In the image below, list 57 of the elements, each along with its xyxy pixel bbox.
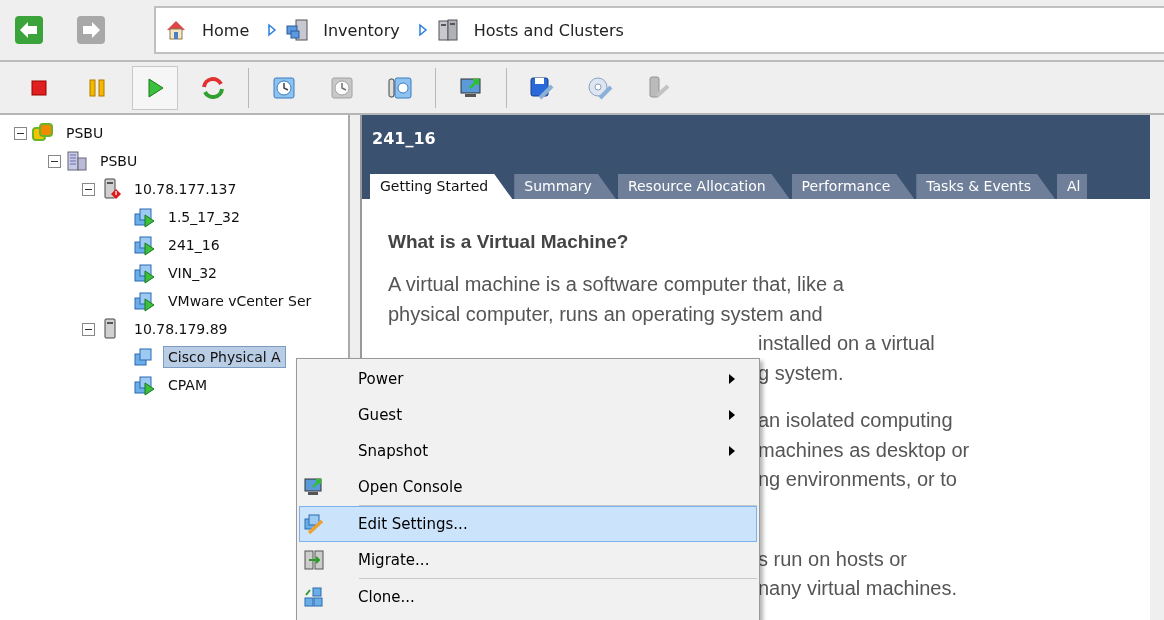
vm-running-icon	[133, 234, 157, 256]
menu-item[interactable]: Clone...	[299, 579, 757, 615]
panel-title: 241_16	[371, 128, 437, 148]
tab[interactable]: Summary	[514, 174, 616, 199]
tab[interactable]: Performance	[791, 174, 915, 199]
submenu-arrow-icon	[728, 409, 736, 421]
collapse-icon[interactable]	[48, 154, 61, 168]
menu-item[interactable]: Migrate...	[299, 542, 757, 578]
tree-item[interactable]: 10.78.179.89	[129, 318, 233, 340]
menu-item[interactable]: Edit Settings...	[299, 506, 757, 542]
tree-item[interactable]: Cisco Physical A	[163, 346, 286, 368]
vm-running-icon	[133, 206, 157, 228]
vcenter-icon	[31, 122, 55, 144]
clone-icon	[303, 586, 325, 608]
menu-item[interactable]: Snapshot	[299, 433, 757, 469]
back-button[interactable]	[14, 15, 44, 45]
body-text: machines as desktop or	[758, 438, 970, 461]
menu-item[interactable]: Power	[299, 361, 757, 397]
server-icon	[435, 18, 460, 42]
collapse-icon[interactable]	[14, 126, 27, 140]
building-icon	[65, 150, 89, 172]
triangle-icon	[267, 23, 278, 37]
tree-item[interactable]: PSBU	[95, 150, 143, 172]
collapse-icon[interactable]	[82, 322, 95, 336]
breadcrumb-link[interactable]: Inventory	[323, 20, 400, 40]
triangle-icon	[417, 23, 428, 37]
computers-icon	[285, 18, 310, 42]
play-button[interactable]	[132, 65, 178, 110]
body-text: physical computer, runs an operating system and	[388, 302, 823, 325]
body-text: an isolated computing	[758, 409, 953, 431]
submenu-arrow-icon	[728, 373, 736, 385]
tree-item[interactable]: 1.5_17_32	[163, 206, 245, 228]
tree-item[interactable]: 241_16	[163, 234, 225, 256]
tree-item[interactable]: 10.78.177.137	[129, 178, 242, 200]
vm-running-icon	[133, 374, 157, 396]
monitor-icon	[303, 476, 325, 498]
tab[interactable]: Tasks & Events	[916, 174, 1056, 199]
breadcrumb-link[interactable]: Home	[202, 20, 250, 40]
collapse-icon[interactable]	[82, 182, 95, 196]
tree-item[interactable]: VIN_32	[163, 262, 222, 284]
body-text: installed on a virtual	[758, 332, 935, 354]
tree-item[interactable]: CPAM	[163, 374, 212, 396]
menu-item[interactable]: Guest	[299, 397, 757, 433]
pencil-icon	[303, 513, 325, 535]
migrate-icon	[303, 549, 325, 571]
vm-running-icon	[133, 290, 157, 312]
menu-item[interactable]: Open Console	[299, 469, 757, 505]
tree-item[interactable]: VMware vCenter Ser	[163, 290, 317, 312]
section-heading: What is a Virtual Machine?	[388, 231, 630, 253]
vm-running-icon	[133, 262, 157, 284]
tab[interactable]: Getting Started	[370, 174, 513, 199]
breadcrumb-link[interactable]: Hosts and Clusters	[473, 20, 624, 40]
submenu-arrow-icon	[728, 445, 736, 457]
tab[interactable]: Resource Allocation	[617, 174, 790, 199]
body-text: A virtual machine is a software computer that, like a	[388, 273, 844, 295]
tab[interactable]: Al	[1057, 174, 1087, 199]
tree-item[interactable]: PSBU	[61, 122, 109, 144]
